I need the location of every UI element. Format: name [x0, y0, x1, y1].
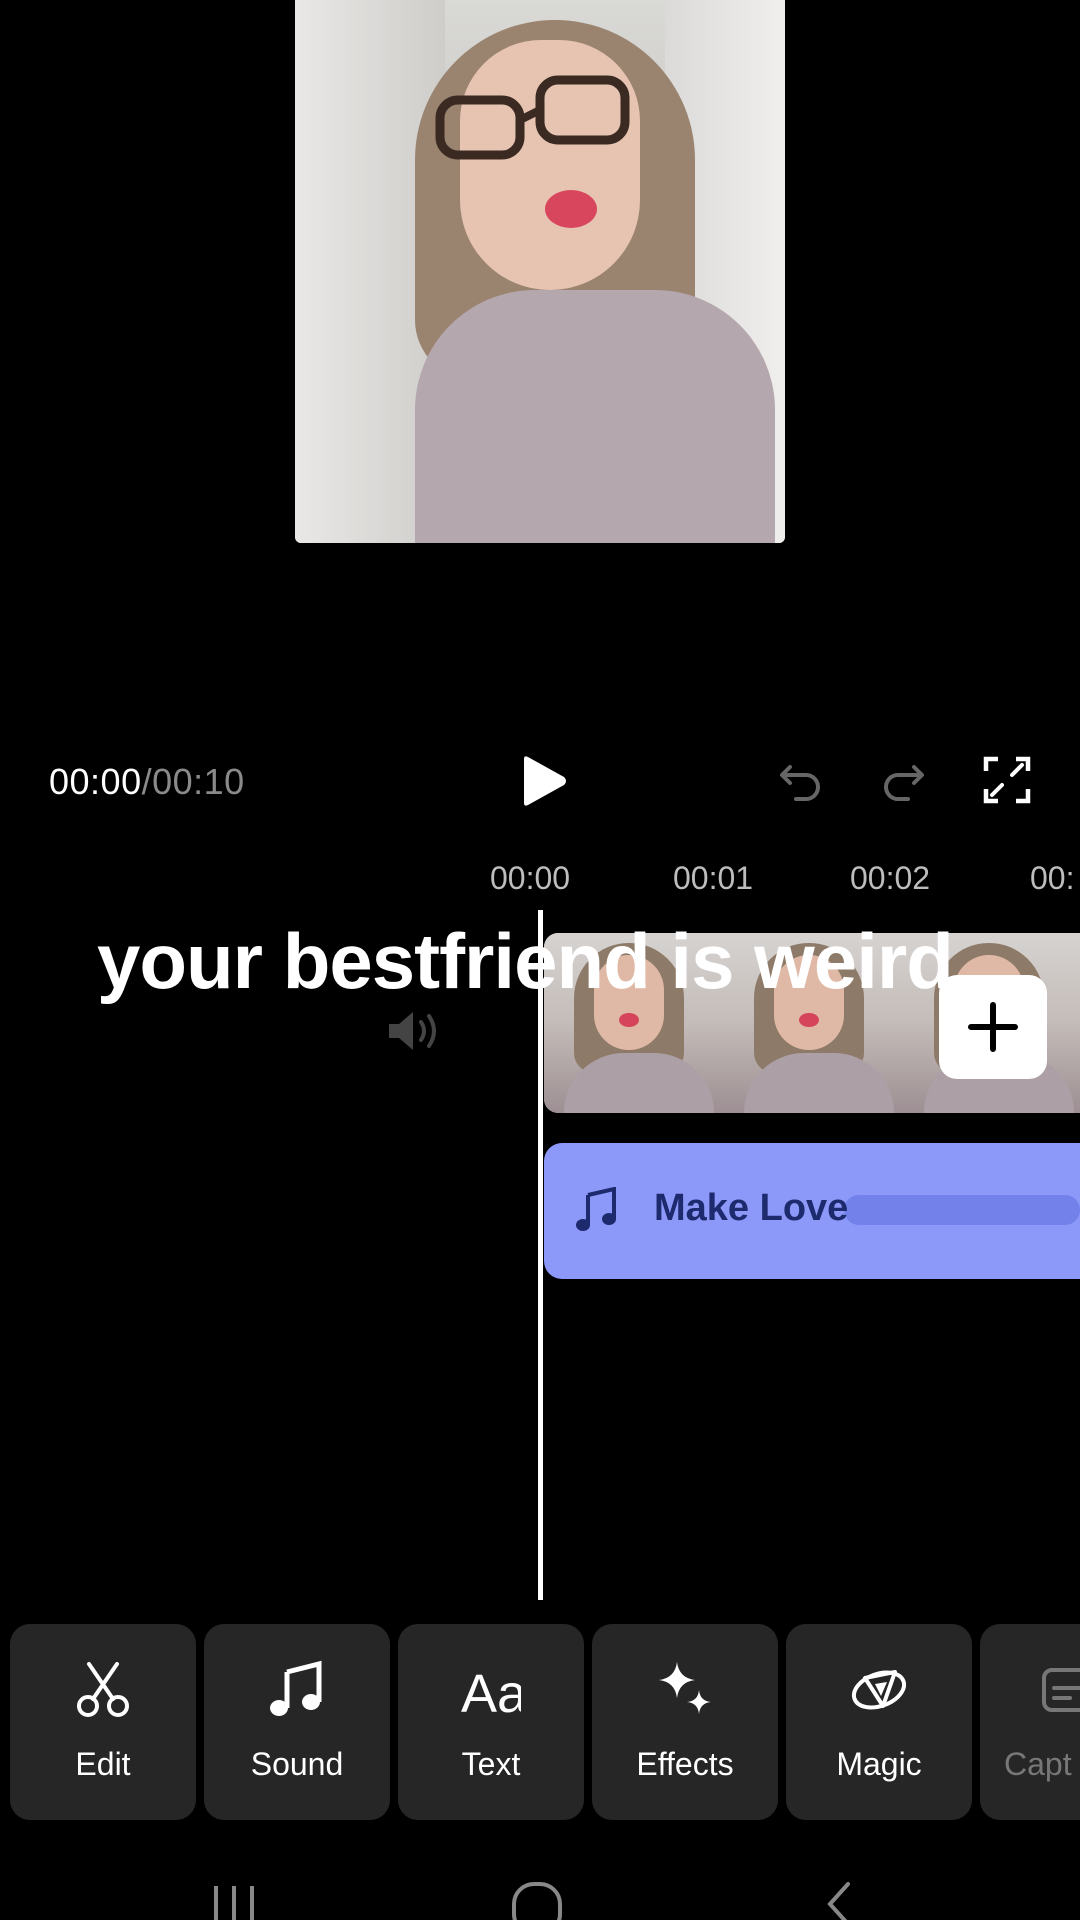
current-time: 00:00 [49, 761, 142, 802]
undo-icon[interactable] [776, 755, 826, 805]
captions-icon [1042, 1668, 1080, 1712]
add-clip-button[interactable] [939, 975, 1047, 1079]
back-icon[interactable] [820, 1880, 860, 1920]
music-note-icon [576, 1187, 616, 1231]
toolbar-label: Capt [1004, 1746, 1072, 1782]
music-note-icon [270, 1660, 322, 1716]
toolbar-label: Magic [836, 1746, 922, 1782]
toolbar-magic[interactable]: Magic [786, 1624, 972, 1820]
plus-icon [968, 1002, 1018, 1052]
audio-track[interactable]: Make Love [544, 1143, 1080, 1279]
sparkles-icon [659, 1662, 711, 1714]
ruler-tick: 00:00 [490, 860, 571, 896]
home-icon[interactable] [510, 1880, 564, 1920]
preview-glasses [435, 75, 630, 160]
toolbar-captions[interactable]: Capt [980, 1624, 1080, 1820]
toolbar-text[interactable]: Aa Text [398, 1624, 584, 1820]
recent-apps-icon[interactable] [210, 1880, 260, 1920]
video-preview[interactable] [295, 0, 785, 543]
toolbar-effects[interactable]: Effects [592, 1624, 778, 1820]
preview-shirt [415, 290, 775, 543]
toolbar-sound[interactable]: Sound [204, 1624, 390, 1820]
volume-icon[interactable] [385, 1006, 445, 1056]
playhead[interactable] [538, 910, 543, 1600]
total-time: 00:10 [152, 761, 245, 802]
time-separator: / [141, 761, 153, 802]
toolbar-label: Sound [250, 1746, 344, 1782]
time-display: 00:00/00:10 [49, 761, 245, 803]
audio-track-title: Make Love [654, 1187, 849, 1229]
toolbar-label: Text [461, 1746, 521, 1782]
ruler-tick: 00:02 [850, 860, 931, 896]
toolbar-label: Edit [75, 1746, 131, 1782]
preview-lips [545, 190, 597, 228]
ruler-tick: 00: [1030, 860, 1075, 896]
redo-icon[interactable] [878, 755, 928, 805]
svg-text:Aa: Aa [461, 1664, 521, 1720]
audio-waveform [844, 1195, 1080, 1225]
toolbar-edit[interactable]: Edit [10, 1624, 196, 1820]
fullscreen-icon[interactable] [982, 755, 1032, 805]
toolbar-label: Effects [636, 1746, 734, 1782]
text-aa-icon: Aa [461, 1664, 521, 1720]
scissors-icon [77, 1662, 129, 1717]
magic-icon [851, 1670, 907, 1710]
play-icon[interactable] [518, 755, 568, 807]
ruler-tick: 00:01 [673, 860, 754, 896]
caption-overlay: your bestfriend is weird [97, 917, 954, 1005]
